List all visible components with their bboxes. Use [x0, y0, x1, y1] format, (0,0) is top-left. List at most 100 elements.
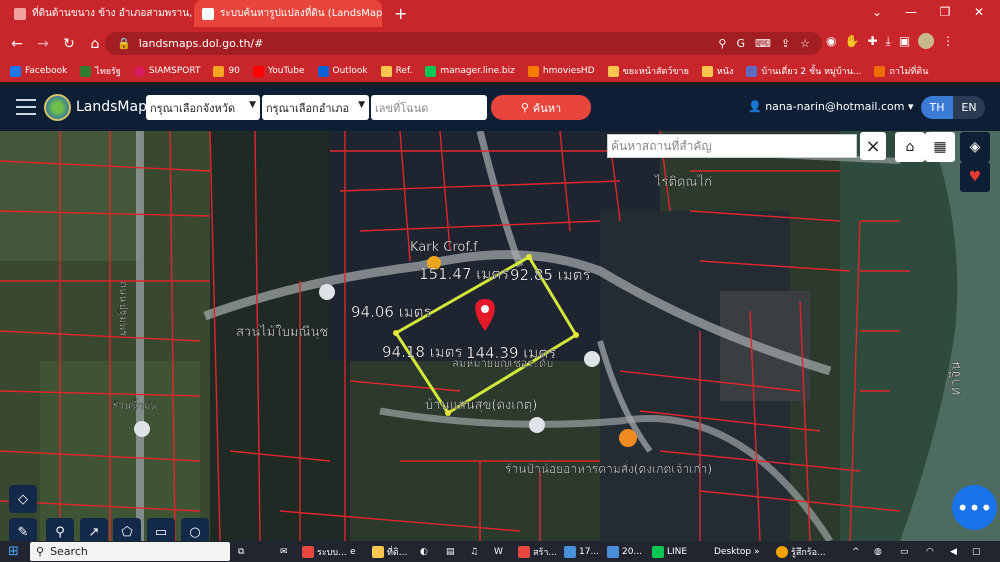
tab-favicon-icon: [14, 7, 26, 20]
taskbar-app[interactable]: 17...: [564, 543, 599, 560]
place-search-input[interactable]: ค้นหาสถานที่สำคัญ: [607, 134, 857, 158]
taskbar-app[interactable]: ระบบ...: [302, 543, 347, 560]
layers-icon[interactable]: ◈: [960, 132, 990, 162]
mail-icon[interactable]: ✉: [280, 543, 288, 560]
poi-marker-icon[interactable]: [584, 351, 600, 367]
bookmark-item[interactable]: บ้านเดี่ยว 2 ชั้น หมู่บ้าน...: [746, 64, 861, 78]
satellite-map[interactable]: 151.47 เมตร 92.85 เมตร 94.06 เมตร 94.18 …: [0, 131, 1000, 541]
lang-en-button[interactable]: EN: [953, 96, 985, 119]
forward-icon[interactable]: →: [30, 36, 56, 52]
bookmark-item[interactable]: ขยะหน้าสัตว์ขาย: [607, 64, 689, 78]
edge-browser-icon[interactable]: ◐: [420, 543, 428, 560]
home-view-icon[interactable]: ⌂: [895, 132, 925, 162]
search-button[interactable]: ⚲ ค้นหา: [491, 95, 591, 120]
translate-icon[interactable]: ⌨: [755, 37, 771, 50]
bookmark-item[interactable]: ถาไม่ที่ดิน: [874, 64, 928, 78]
restaurant-icon[interactable]: [619, 429, 637, 447]
taskbar-app[interactable]: ที่ดิ...: [372, 543, 407, 560]
location-icon[interactable]: ⚲: [718, 37, 726, 50]
bookmark-item[interactable]: manager.line.biz: [425, 65, 515, 77]
chat-fab-button[interactable]: •••: [952, 485, 997, 530]
bookmark-star-icon[interactable]: ☆: [800, 37, 810, 50]
bookmark-item[interactable]: Ref.: [380, 65, 412, 77]
measure-tool-icon[interactable]: ✎: [9, 518, 37, 541]
edge-icon[interactable]: e: [350, 543, 356, 560]
poi-marker-icon[interactable]: [319, 284, 335, 300]
task-view-icon[interactable]: ⧉: [238, 543, 244, 560]
poi-marker-icon[interactable]: [529, 417, 545, 433]
extensions-puzzle-icon[interactable]: ✚: [867, 34, 877, 48]
word-icon[interactable]: W: [494, 543, 503, 560]
search-icon: ⚲: [520, 101, 529, 114]
camera-extension-icon[interactable]: ◉: [826, 34, 836, 48]
lang-th-button[interactable]: TH: [921, 96, 953, 119]
restore-icon[interactable]: ❐: [928, 0, 962, 24]
profile-avatar[interactable]: [918, 33, 935, 49]
deed-number-input[interactable]: เลขที่โฉนด: [371, 95, 487, 120]
chevron-down-icon: ▼: [358, 100, 365, 110]
store-icon[interactable]: ▤: [446, 543, 455, 560]
address-bar[interactable]: 🔒 landsmaps.dol.go.th/# ⚲ G ⌨ ⇪ ☆: [105, 32, 822, 55]
close-window-icon[interactable]: ✕: [962, 0, 996, 24]
download-icon[interactable]: ⤓: [886, 34, 891, 49]
place-label: ร้านป้าน้อยอาหารตามสั่ง(ดงเกตุเจ้าเก่า): [505, 460, 712, 477]
lock-icon: 🔒: [117, 37, 131, 50]
bookmark-item[interactable]: Facebook: [10, 65, 67, 77]
siamsport-icon: [133, 65, 145, 77]
browser-tab[interactable]: ที่ดินด้านขนาง ข้าง อำเภอสามพราน, นเ ✕: [6, 0, 194, 27]
bookmark-item[interactable]: Outlook: [317, 65, 368, 77]
tray-chevron-icon[interactable]: ^: [852, 543, 860, 560]
parcel-side-label: 94.18 เมตร: [382, 343, 463, 361]
tray-icon[interactable]: ◍: [874, 543, 882, 560]
wifi-icon[interactable]: ◠: [926, 543, 934, 560]
pin-tool-icon[interactable]: ⚲: [46, 518, 74, 541]
share-icon[interactable]: ⇪: [781, 37, 790, 50]
adblock-extension-icon[interactable]: ✋: [844, 34, 859, 48]
hamburger-menu-icon[interactable]: [16, 99, 36, 120]
map-viewport[interactable]: 151.47 เมตร 92.85 เมตร 94.06 เมตร 94.18 …: [0, 131, 1000, 541]
province-select[interactable]: กรุณาเลือกจังหวัด ▼: [146, 95, 260, 120]
bookmark-item[interactable]: hmoviesHD: [527, 65, 595, 77]
user-menu[interactable]: 👤 nana-narin@hotmail.com ▾: [748, 100, 913, 113]
bookmark-item[interactable]: SIAMSPORT: [133, 65, 200, 77]
hmovies-icon: [527, 65, 539, 77]
taskbar-app[interactable]: 20...: [607, 543, 642, 560]
battery-icon[interactable]: ▭: [900, 543, 909, 560]
clear-search-button[interactable]: ×: [860, 132, 886, 160]
google-icon[interactable]: G: [736, 37, 745, 50]
taskbar-search[interactable]: ⚲ Search: [30, 542, 230, 561]
bookmark-item[interactable]: YouTube: [252, 65, 305, 77]
facebook-icon: [10, 65, 21, 77]
side-panel-icon[interactable]: ▣: [899, 34, 910, 48]
tab-search-icon[interactable]: ⌄: [860, 0, 894, 24]
bookmark-item[interactable]: ไทยรัฐ: [80, 64, 121, 78]
taskbar-app[interactable]: สร้า...: [518, 543, 557, 560]
itunes-icon[interactable]: ♫: [470, 543, 478, 560]
new-tab-button[interactable]: +: [386, 0, 410, 27]
chrome-menu-icon[interactable]: ⋮: [942, 34, 954, 48]
taskbar-app[interactable]: LINE: [652, 543, 687, 560]
eraser-tool-icon[interactable]: ◇: [9, 485, 37, 513]
district-select[interactable]: กรุณาเลือกอำเภอ ▼: [262, 95, 369, 120]
tab-favicon-icon: [202, 7, 214, 20]
minimize-icon[interactable]: —: [894, 0, 928, 24]
line-tool-icon[interactable]: ↗: [80, 518, 108, 541]
volume-icon[interactable]: ◀: [950, 543, 957, 560]
favorite-heart-icon[interactable]: ♥: [960, 162, 990, 192]
reload-icon[interactable]: ↻: [56, 36, 82, 52]
notification-icon[interactable]: ▢: [972, 543, 981, 560]
poi-marker-icon[interactable]: [134, 421, 150, 437]
weather-widget[interactable]: รู้สึกร้อ...: [776, 543, 826, 560]
polygon-tool-icon[interactable]: ⬠: [113, 518, 141, 541]
desktop-toolbar[interactable]: Desktop: [714, 543, 751, 560]
chevron-right-icon[interactable]: »: [754, 543, 760, 560]
bookmark-item[interactable]: 90: [213, 65, 240, 77]
rectangle-tool-icon[interactable]: ▭: [147, 518, 175, 541]
circle-tool-icon[interactable]: ○: [181, 518, 209, 541]
windows-start-icon[interactable]: ⊞: [8, 544, 19, 559]
folder-icon: [701, 65, 713, 77]
grid-icon[interactable]: ▦: [925, 132, 955, 162]
browser-tab-active[interactable]: ระบบค้นหารูปแปลงที่ดิน (LandsMaps ✕: [194, 0, 382, 27]
bookmark-item[interactable]: หนัง: [701, 64, 733, 78]
back-icon[interactable]: ←: [4, 36, 30, 52]
